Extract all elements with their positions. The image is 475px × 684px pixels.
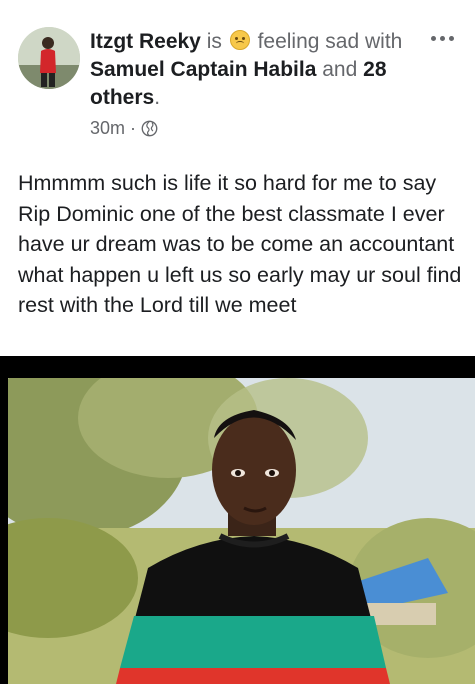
- post-header-text: Itzgt Reeky is feeling sad with Samuel C…: [90, 28, 410, 112]
- avatar-figure: [18, 27, 80, 89]
- photo-image: [8, 378, 475, 684]
- photo-illustration: [8, 378, 475, 684]
- author-name[interactable]: Itzgt Reeky: [90, 30, 201, 53]
- post-time[interactable]: 30m: [90, 118, 125, 139]
- post-body-text: Hmmmm such is life it so hard for me to …: [18, 171, 462, 317]
- more-options-button[interactable]: [420, 24, 464, 52]
- author-avatar[interactable]: [18, 27, 80, 89]
- feeling-label: feeling sad: [257, 30, 360, 53]
- tagged-person[interactable]: Samuel Captain Habila: [90, 58, 316, 81]
- post-meta: 30m ·: [90, 118, 158, 139]
- is-word: is: [206, 30, 222, 53]
- header-period: .: [154, 86, 161, 109]
- sad-face-icon: [229, 30, 250, 50]
- more-dots-icon: [430, 35, 436, 41]
- globe-icon[interactable]: [141, 120, 158, 137]
- post-photo[interactable]: [0, 356, 475, 684]
- and-word: and: [322, 58, 358, 81]
- with-word: with: [365, 30, 403, 53]
- meta-separator: ·: [130, 118, 137, 138]
- post-header: Itzgt Reeky is feeling sad with Samuel C…: [0, 0, 475, 150]
